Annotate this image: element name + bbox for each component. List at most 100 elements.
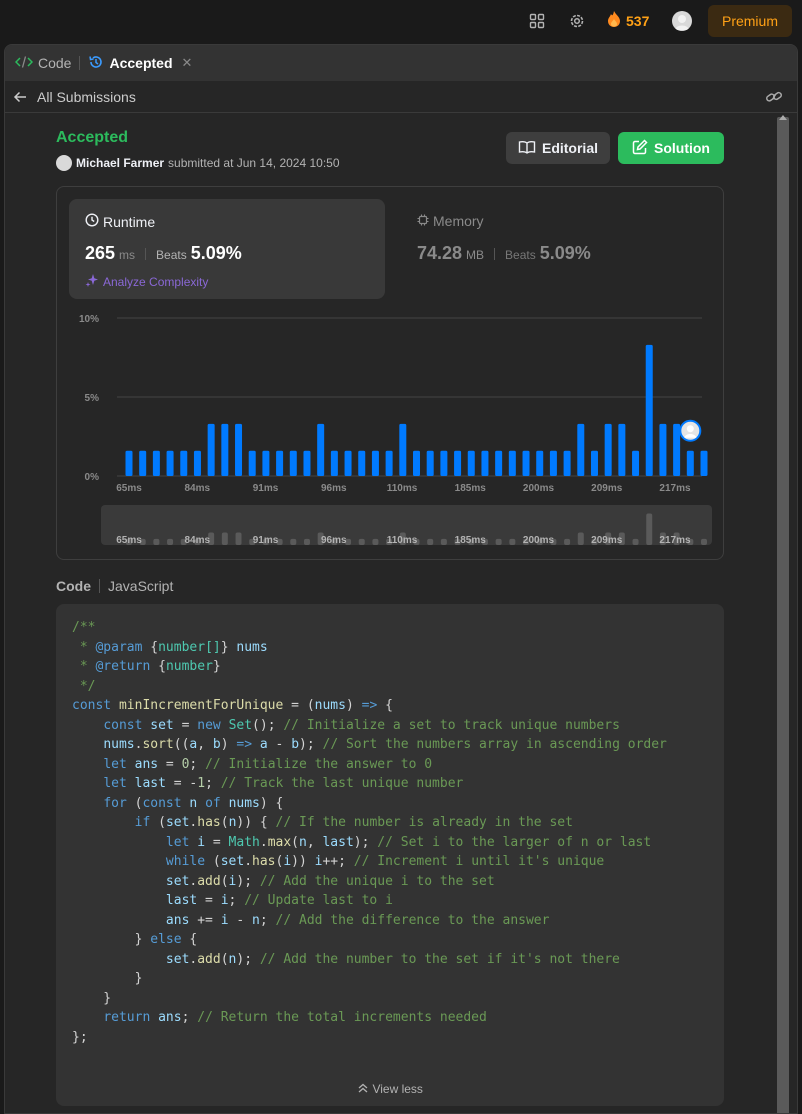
chart-bar	[358, 450, 366, 476]
x-tick-label: 200ms	[523, 483, 555, 494]
arrow-left-icon[interactable]	[13, 90, 27, 104]
chart-bar	[645, 344, 653, 476]
overview-bar	[495, 538, 502, 545]
chart-bar	[426, 450, 434, 476]
memory-beats-label: Beats	[505, 248, 536, 262]
chart-bar	[193, 450, 201, 476]
submission-header-bar: All Submissions	[5, 81, 797, 113]
code-line: let last = -1; // Track the last unique …	[103, 776, 464, 791]
code-line: }	[72, 971, 143, 986]
memory-panel[interactable]: Memory 74.28 MB Beats 5.09%	[401, 199, 717, 299]
chart-bar	[180, 450, 188, 476]
x-tick-label: 84ms	[184, 483, 210, 494]
overview-bar	[427, 538, 434, 545]
x-tick-label: 110ms	[387, 483, 418, 494]
language-label: JavaScript	[108, 578, 174, 594]
submission-status: Accepted	[56, 129, 129, 146]
solution-button[interactable]: Solution	[618, 132, 724, 164]
memory-title: Memory	[417, 213, 484, 229]
runtime-unit: ms	[119, 248, 136, 262]
chart-bar	[700, 450, 708, 476]
scrollbar-thumb[interactable]	[777, 117, 789, 1113]
streak-counter[interactable]: 537	[606, 10, 650, 33]
code-line: * @return {number}	[72, 659, 221, 674]
runtime-distribution-chart[interactable]: 10% 5% 0% 65ms 84ms 91ms 96ms 110ms 185ms 200ms 20…	[57, 305, 725, 555]
tab-bar: Code Accepted ✕	[5, 45, 797, 81]
premium-button[interactable]: Premium	[708, 5, 792, 37]
tab-divider	[79, 56, 81, 70]
chart-bar	[673, 423, 681, 476]
overview-bar	[303, 538, 310, 545]
scroll-up-arrow-icon[interactable]	[779, 115, 787, 120]
close-icon[interactable]: ✕	[182, 55, 193, 71]
submission-panel: Code Accepted ✕ All Submissions Accepted…	[4, 44, 798, 1114]
clock-icon	[85, 213, 99, 230]
code-line: };	[72, 1029, 88, 1045]
code-line: return ans; // Return the total incremen…	[103, 1010, 487, 1025]
chart-bar	[604, 423, 612, 476]
memory-label: Memory	[433, 213, 484, 229]
chart-bar	[577, 423, 585, 476]
y-tick-label: 10%	[79, 314, 99, 325]
view-less-button[interactable]: View less	[56, 1082, 724, 1096]
top-bar: 537 Premium	[0, 0, 802, 42]
code-line: for (const n of nums) {	[103, 795, 284, 811]
analyze-complexity-label: Analyze Complexity	[103, 274, 209, 289]
code-section-header: Code JavaScript	[56, 578, 173, 594]
x-tick-label: 91ms	[253, 483, 279, 494]
code-line: } else {	[72, 932, 198, 947]
chart-bar	[563, 450, 571, 476]
y-tick-label: 5%	[85, 393, 100, 404]
chart-bar	[440, 450, 448, 476]
overview-tick-label: 217ms	[659, 535, 691, 546]
overview-bar	[632, 538, 639, 545]
link-icon[interactable]	[765, 89, 783, 108]
code-line: const minIncrementForUnique = (nums) => …	[72, 698, 393, 713]
overview-bar	[358, 538, 365, 545]
gear-icon[interactable]	[567, 11, 587, 31]
chevrons-up-icon	[357, 1082, 372, 1096]
chart-bar	[317, 423, 325, 476]
chart-bar	[522, 450, 530, 476]
memory-unit: MB	[466, 248, 485, 262]
chart-bar	[330, 450, 338, 476]
book-icon	[518, 140, 536, 157]
runtime-panel[interactable]: Runtime 265 ms Beats 5.09% Analyze Compl…	[69, 199, 385, 299]
tab-code-label: Code	[38, 55, 72, 71]
streak-count: 537	[626, 13, 650, 29]
code-icon	[14, 55, 34, 72]
chart-bar	[276, 450, 284, 476]
overview-tick-label: 209ms	[591, 535, 623, 546]
runtime-beats-value: 5.09%	[190, 243, 242, 263]
overview-bar	[167, 538, 174, 545]
tab-accepted-label: Accepted	[109, 55, 173, 71]
overview-tick-label: 91ms	[253, 535, 279, 546]
avatar[interactable]	[672, 11, 692, 31]
chart-bar	[590, 450, 598, 476]
chart-bar	[536, 450, 544, 476]
editorial-button[interactable]: Editorial	[506, 132, 610, 164]
chart-bar	[371, 450, 379, 476]
y-tick-label: 0%	[85, 472, 100, 483]
submitter-info: Michael Farmer submitted at Jun 14, 2024…	[56, 155, 340, 171]
performance-card: Runtime 265 ms Beats 5.09% Analyze Compl…	[56, 186, 724, 560]
user-avatar[interactable]	[56, 155, 72, 171]
code-line: }	[72, 990, 112, 1006]
code-line: last = i; // Update last to i	[165, 893, 393, 908]
code-block[interactable]: /** * @param {number[]} nums * @return {…	[56, 604, 724, 1106]
x-tick-label: 185ms	[455, 483, 487, 494]
runtime-beats-label: Beats	[156, 248, 187, 262]
source-code: /** * @param {number[]} nums * @return {…	[72, 618, 667, 1047]
tab-code[interactable]: Code	[14, 55, 72, 72]
chart-bar	[139, 450, 147, 476]
username-link[interactable]: Michael Farmer	[76, 156, 164, 170]
all-submissions-link[interactable]: All Submissions	[37, 89, 136, 105]
fire-icon	[606, 10, 622, 33]
overview-tick-label: 65ms	[116, 535, 142, 546]
layout-icon[interactable]	[527, 11, 547, 31]
memory-beats-value: 5.09%	[539, 243, 591, 263]
edit-icon	[632, 138, 648, 158]
tab-accepted[interactable]: Accepted ✕	[88, 54, 192, 73]
chart-bar	[303, 450, 311, 476]
analyze-complexity-button[interactable]: Analyze Complexity	[85, 273, 208, 290]
